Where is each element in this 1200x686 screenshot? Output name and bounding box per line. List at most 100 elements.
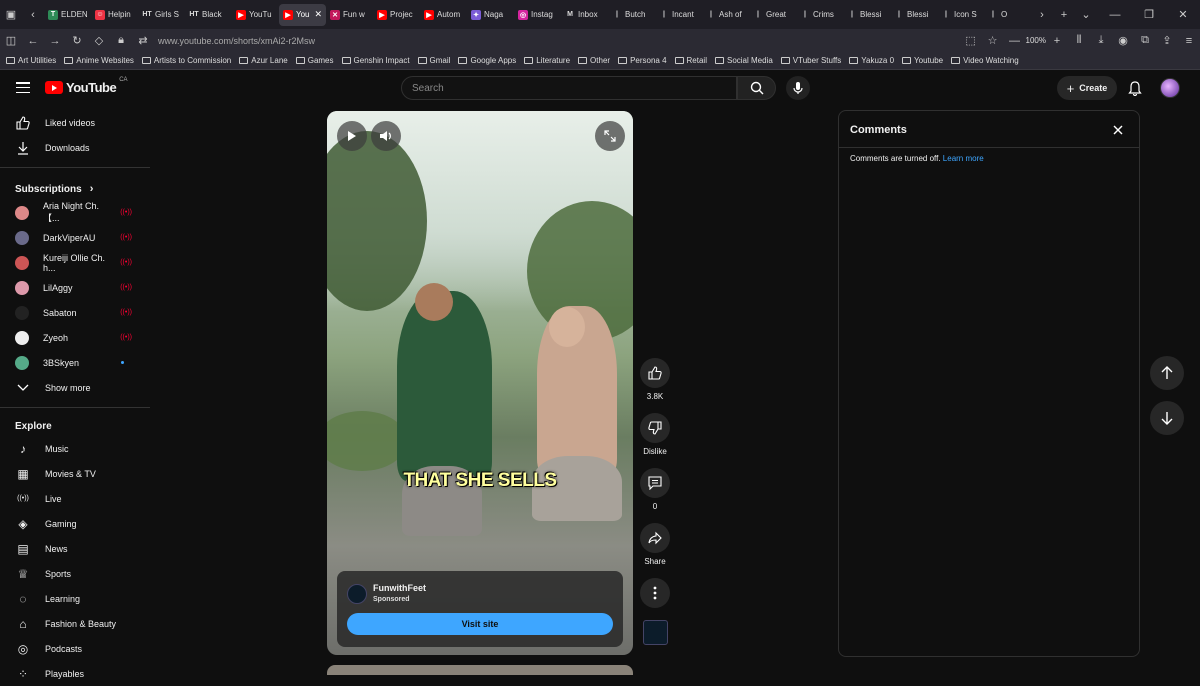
search-button[interactable] [737,76,776,100]
close-window-icon[interactable]: ✕ [1166,0,1200,29]
explore-item[interactable]: ⌂ Fashion & Beauty [0,611,150,636]
browser-tab[interactable]: | Butch [608,4,655,26]
previous-short-button[interactable] [1150,356,1184,390]
bookmark-folder[interactable]: Social Media [714,56,773,65]
permissions-icon[interactable]: ⇄ [132,29,154,52]
bookmark-folder[interactable]: Artists to Commission [141,56,231,65]
hamburger-menu-icon[interactable] [16,82,30,93]
learn-more-link[interactable]: Learn more [943,154,984,163]
bookmark-folder[interactable]: Video Watching [951,56,1019,65]
new-tab-icon[interactable]: + [1053,0,1075,29]
subscriptions-heading[interactable]: Subscriptions › [15,183,93,195]
bookmark-folder[interactable]: Youtube [902,56,943,65]
browser-tab[interactable]: T ELDEN [44,4,91,26]
show-more-button[interactable]: Show more [0,375,150,400]
account-avatar[interactable] [1160,78,1180,98]
reader-icon[interactable]: ⬚ [960,29,982,52]
browser-tab[interactable]: | Crims [796,4,843,26]
notifications-button[interactable] [1126,79,1144,97]
explore-item[interactable]: ♪ Music [0,436,150,461]
zoom-out-icon[interactable]: — [1004,29,1026,52]
advertiser-name[interactable]: FunwithFeet [373,583,426,593]
bookmark-folder[interactable]: Gmail [417,56,450,65]
app-menu-icon[interactable]: ≡ [1178,29,1200,52]
back-icon[interactable]: ← [22,29,44,52]
advertiser-logo[interactable] [347,584,367,604]
browser-tab[interactable]: | Blessi [843,4,890,26]
share-icon[interactable]: ⇪ [1156,29,1178,52]
subscription-item[interactable]: LilAggy ((•)) [0,275,150,300]
subscription-item[interactable]: Sabaton ((•)) [0,300,150,325]
explore-item[interactable]: ◎ Podcasts [0,636,150,661]
sidebar-item-downloads[interactable]: Downloads [0,135,150,160]
extension-icon[interactable]: ◉ [1112,29,1134,52]
browser-tab[interactable]: HT Girls S [138,4,185,26]
list-tabs-icon[interactable]: ⌄ [1075,0,1097,29]
zoom-in-icon[interactable]: + [1046,29,1068,52]
create-button[interactable]: + Create [1057,76,1117,100]
downloads-icon[interactable]: ⤓ [1090,29,1112,52]
browser-tab[interactable]: | O [984,4,1031,26]
browser-tab[interactable]: ✦ Naga [467,4,514,26]
tab-overview-icon[interactable]: ▣ [0,0,22,29]
extensions-puzzle-icon[interactable]: ⧉ [1134,29,1156,52]
browser-tab[interactable]: ▶ You ✕ [279,3,326,26]
browser-tab[interactable]: | Icon S [937,4,984,26]
more-options-button[interactable] [640,578,670,608]
browser-tab[interactable]: ◎ Instag [514,4,561,26]
explore-item[interactable]: ♕ Sports [0,561,150,586]
forward-icon[interactable]: → [44,29,66,52]
browser-tab[interactable]: ▶ YouTu [232,4,279,26]
short-video-player[interactable]: THAT SHE SELLS FunwithFeet Sponsored Vis… [327,111,633,655]
browser-tab[interactable]: | Great [749,4,796,26]
browser-tab[interactable]: M Inbox [561,4,608,26]
zoom-level[interactable]: 100% [1026,36,1046,45]
url-bar[interactable]: www.youtube.com/shorts/xmAi2-r2Msw [158,36,315,46]
subscription-item[interactable]: Aria Night Ch. 【... ((•)) [0,200,150,225]
play-button[interactable] [337,121,367,151]
bookmark-folder[interactable]: VTuber Stuffs [780,56,841,65]
bookmark-folder[interactable]: Persona 4 [618,56,667,65]
like-button[interactable] [640,358,670,388]
bookmark-folder[interactable]: Anime Websites [64,56,134,65]
advertiser-thumbnail[interactable] [643,620,668,645]
minimize-icon[interactable]: — [1098,0,1132,29]
bookmark-folder[interactable]: Retail [674,56,707,65]
explore-item[interactable]: ▤ News [0,536,150,561]
fullscreen-button[interactable] [595,121,625,151]
volume-button[interactable] [371,121,401,151]
browser-tab[interactable]: ▶ Autom [420,4,467,26]
bookmark-star-icon[interactable]: ☆ [982,29,1004,52]
subscription-item[interactable]: Kureiji Ollie Ch. h... ((•)) [0,250,150,275]
subscription-item[interactable]: DarkViperAU ((•)) [0,225,150,250]
bookmark-folder[interactable]: Google Apps [458,56,516,65]
explore-item[interactable]: ▦ Movies & TV [0,461,150,486]
reload-icon[interactable]: ↻ [66,29,88,52]
browser-tab[interactable]: | Blessi [890,4,937,26]
explore-item[interactable]: ◌ Learning [0,586,150,611]
bookmark-folder[interactable]: Azur Lane [239,56,288,65]
close-tab-icon[interactable]: ✕ [314,9,322,20]
shield-icon[interactable]: ◇ [88,29,110,52]
next-short-preview[interactable] [327,665,633,675]
bookmark-folder[interactable]: Yakuza 0 [849,56,894,65]
browser-tab[interactable]: | Ash of [702,4,749,26]
comments-button[interactable] [640,468,670,498]
browser-tab[interactable]: ☺ Helpin [91,4,138,26]
browser-tab[interactable]: HT Black [185,4,232,26]
subscription-item[interactable]: Zyeoh ((•)) [0,325,150,350]
voice-search-button[interactable] [786,76,810,100]
sidebar-toggle-icon[interactable]: ◫ [0,29,22,52]
bookmark-folder[interactable]: Games [295,56,334,65]
visit-site-button[interactable]: Visit site [347,613,613,635]
sidebar-item-liked-videos[interactable]: Liked videos [0,110,150,135]
scroll-tabs-left-icon[interactable]: ‹ [22,0,44,29]
next-short-button[interactable] [1150,401,1184,435]
search-input[interactable]: Search [401,76,737,100]
explore-item[interactable]: ◈ Gaming [0,511,150,536]
explore-item[interactable]: ⁘ Playables [0,661,150,686]
bookmark-folder[interactable]: Genshin Impact [341,56,410,65]
share-button[interactable] [640,523,670,553]
restore-icon[interactable]: ❐ [1132,0,1166,29]
browser-tab[interactable]: | Incant [655,4,702,26]
